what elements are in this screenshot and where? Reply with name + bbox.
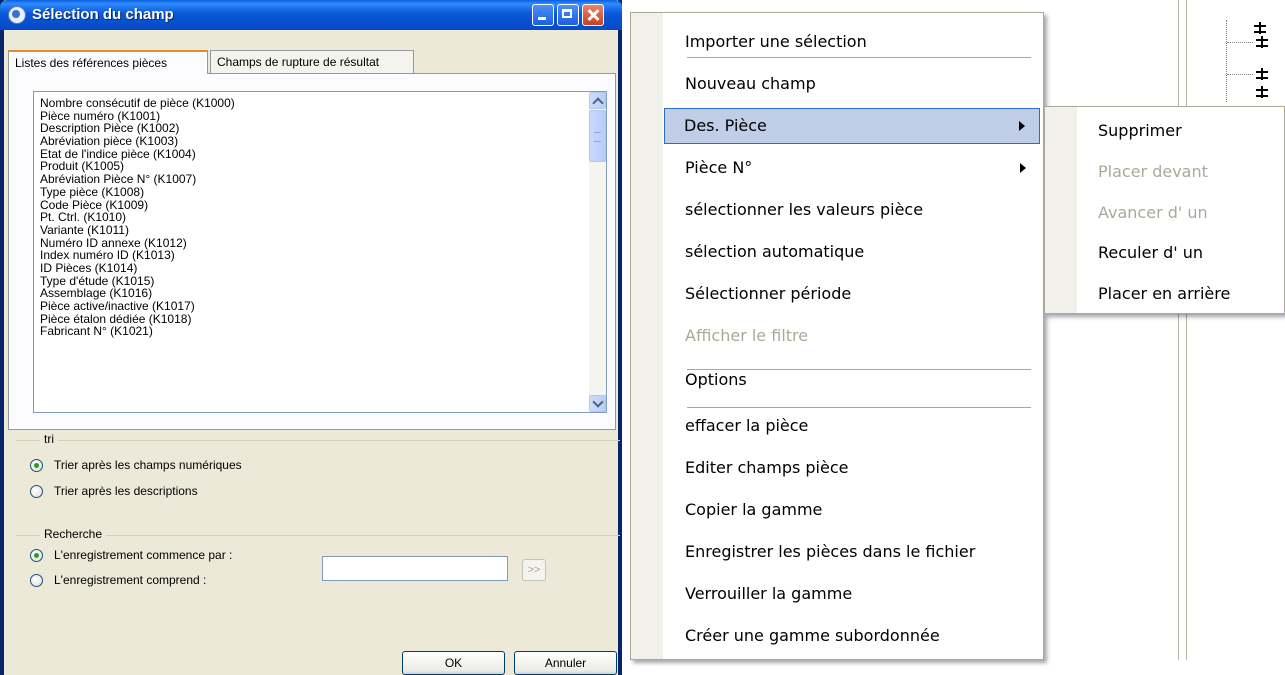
menu-item-label: Copier la gamme [685, 500, 823, 519]
radio-contains[interactable] [30, 574, 43, 587]
menu-item-create-subrange[interactable]: Créer une gamme subordonnée [665, 618, 1040, 654]
app-window-icon [8, 6, 26, 24]
background-pane-divider [1186, 0, 1187, 660]
menu-item-show-filter: Afficher le filtre [665, 318, 1040, 354]
submenu-item-delete[interactable]: Supprimer [1098, 121, 1182, 141]
menu-item-select-period[interactable]: Sélectionner période [665, 276, 1040, 312]
menu-item-automatic-selection[interactable]: sélection automatique [665, 234, 1040, 270]
submenu-item-move-forward: Avancer d' un [1098, 203, 1208, 222]
sort-numeric-label: Trier après les champs numériques [54, 458, 242, 472]
menu-item-label: effacer la pièce [685, 416, 809, 435]
menu-item-options[interactable]: Options [665, 362, 1040, 398]
tree-connector [1226, 20, 1247, 102]
menu-item-label: sélection automatique [685, 242, 865, 261]
radio-sort-numeric[interactable] [30, 459, 43, 472]
tree-node-icon[interactable] [1256, 68, 1270, 80]
radio-sort-description[interactable] [30, 485, 43, 498]
sort-group-line [16, 440, 620, 441]
tab-part-references[interactable]: Listes des références pièces [8, 50, 208, 74]
contains-label: L'enregistrement comprend : [54, 573, 207, 587]
background-pane-divider [1178, 0, 1179, 660]
list-item[interactable]: Type pièce (K1008) [40, 186, 580, 199]
starts-with-label: L'enregistrement commence par : [54, 548, 233, 562]
ok-button[interactable]: OK [402, 651, 505, 675]
menu-item-import-selection[interactable]: Importer une sélection [665, 24, 1040, 60]
des-piece-submenu: Supprimer Placer devant Avancer d' un Recul… [1044, 106, 1285, 314]
dialog-titlebar[interactable]: Sélection du champ [0, 0, 622, 30]
tab-panel: Nombre consécutif de pièce (K1000) Pièce … [8, 73, 616, 430]
tab-result-break-fields[interactable]: Champs de rupture de résultat [210, 50, 414, 73]
menu-item-edit-piece-fields[interactable]: Editer champs pièce [665, 450, 1040, 486]
menu-item-label: Des. Pièce [684, 116, 767, 135]
menu-item-label: Verrouiller la gamme [685, 584, 853, 603]
tree-connector [1227, 74, 1253, 75]
menu-item-delete-piece[interactable]: effacer la pièce [665, 408, 1040, 444]
menu-separator [687, 369, 1031, 370]
sort-description-label: Trier après les descriptions [54, 484, 198, 498]
close-button[interactable] [582, 4, 604, 26]
menu-item-label: Enregistrer les pièces dans le fichier [685, 542, 976, 561]
search-group-label: Recherche [40, 527, 107, 541]
menu-item-label: Options [685, 370, 747, 389]
search-group-line [16, 535, 620, 536]
field-list: Nombre consécutif de pièce (K1000) Pièce … [40, 97, 580, 338]
list-item[interactable]: Nombre consécutif de pièce (K1000) [40, 97, 580, 110]
dialog-title: Sélection du champ [32, 6, 174, 23]
minimize-button[interactable] [532, 4, 554, 26]
list-item[interactable]: ID Pièces (K1014) [40, 262, 580, 275]
list-item[interactable]: Pièce active/inactive (K1017) [40, 300, 580, 313]
menu-item-new-field[interactable]: Nouveau champ [665, 66, 1040, 102]
submenu-gutter [1045, 107, 1077, 313]
list-scrollbar[interactable] [589, 92, 606, 412]
menu-item-des-piece[interactable]: Des. Pièce [664, 108, 1040, 144]
submenu-item-move-backward[interactable]: Reculer d' un [1098, 243, 1203, 263]
menu-item-label: sélectionner les valeurs pièce [685, 200, 924, 219]
context-menu: Importer une sélection Nouveau champ Des. … [630, 12, 1044, 660]
tree-connector [1227, 42, 1253, 43]
scroll-thumb[interactable] [589, 110, 606, 162]
menu-item-label: Importer une sélection [685, 32, 867, 51]
submenu-item-move-first: Placer devant [1098, 162, 1208, 181]
menu-item-label: Editer champs pièce [685, 458, 849, 477]
submenu-item-move-last[interactable]: Placer en arrière [1098, 284, 1230, 304]
cancel-button[interactable]: Annuler [514, 651, 617, 675]
menu-item-label: Sélectionner période [685, 284, 852, 303]
tree-node-icon[interactable] [1254, 22, 1268, 34]
menu-item-label: Créer une gamme subordonnée [685, 626, 940, 645]
menu-item-select-piece-values[interactable]: sélectionner les valeurs pièce [665, 192, 1040, 228]
search-go-button[interactable]: >> [522, 559, 546, 581]
maximize-button[interactable] [557, 4, 579, 26]
menu-item-label: Afficher le filtre [685, 326, 809, 345]
menu-item-save-pieces-to-file[interactable]: Enregistrer les pièces dans le fichier [665, 534, 1040, 570]
menu-item-label: Pièce N° [685, 158, 753, 177]
sort-group-label: tri [40, 432, 58, 446]
field-listbox[interactable]: Nombre consécutif de pièce (K1000) Pièce … [33, 91, 607, 413]
scroll-down-button[interactable] [589, 395, 606, 412]
menu-separator [687, 57, 1031, 58]
chevron-right-icon [1019, 121, 1025, 131]
menu-item-piece-number[interactable]: Pièce N° [665, 150, 1040, 186]
menu-item-copy-range[interactable]: Copier la gamme [665, 492, 1040, 528]
tree-node-icon[interactable] [1256, 36, 1270, 48]
field-selection-dialog: Sélection du champ Listes des références… [0, 0, 622, 675]
list-item[interactable]: Variante (K1011) [40, 224, 580, 237]
search-input[interactable] [322, 556, 508, 581]
list-item[interactable]: Pt. Ctrl. (K1010) [40, 211, 580, 224]
radio-starts-with[interactable] [30, 549, 43, 562]
scroll-up-button[interactable] [589, 92, 606, 109]
list-item[interactable]: Abréviation pièce (K1003) [40, 135, 580, 148]
tree-node-icon[interactable] [1256, 86, 1270, 98]
menu-item-label: Nouveau champ [685, 74, 816, 93]
menu-separator [687, 407, 1031, 408]
list-item[interactable]: Fabricant N° (K1021) [40, 325, 580, 338]
chevron-right-icon [1020, 163, 1026, 173]
context-menu-gutter [631, 13, 663, 659]
menu-item-lock-range[interactable]: Verrouiller la gamme [665, 576, 1040, 612]
list-item[interactable]: Abréviation Pièce N° (K1007) [40, 173, 580, 186]
